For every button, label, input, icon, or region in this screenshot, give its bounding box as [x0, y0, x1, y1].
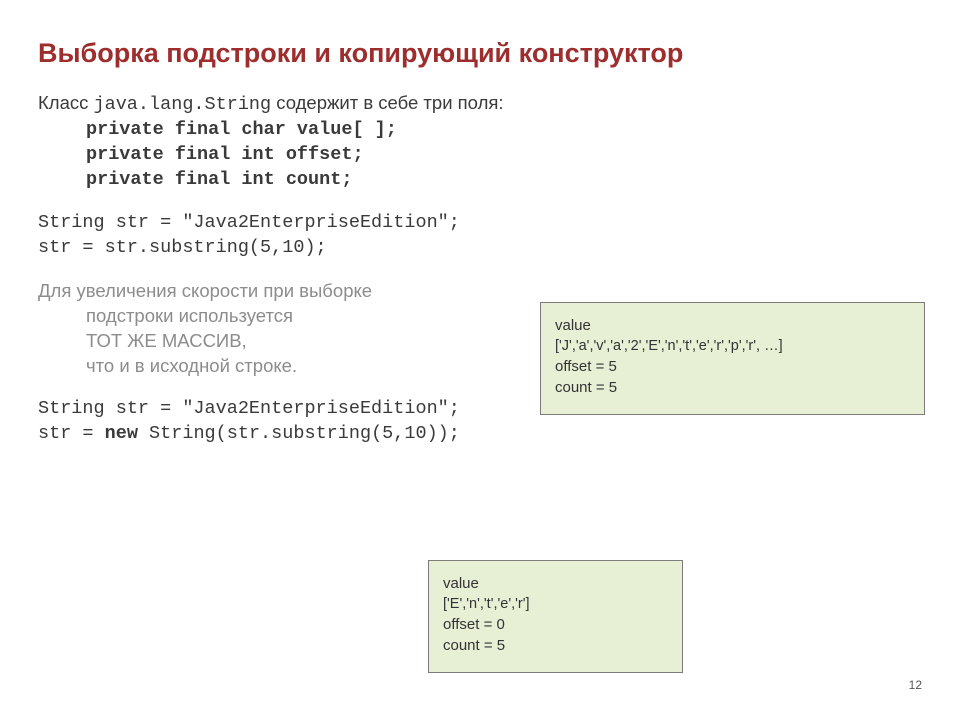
code-2b-left: str =: [38, 423, 105, 444]
code-2b-right: String(str.substring(5,10));: [138, 423, 460, 444]
box1-value-label: value: [555, 317, 910, 334]
box2-value-label: value: [443, 575, 668, 592]
field-1: private final char value[ ];: [38, 118, 922, 143]
value-box-1: value ['J','a','v','a','2','E','n','t','…: [540, 302, 925, 415]
slide-content: Выборка подстроки и копирующий конструкт…: [0, 0, 960, 720]
field-2: private final int offset;: [38, 143, 922, 168]
code-block-1b: str = str.substring(5,10);: [38, 236, 922, 261]
intro-line: Класс java.lang.String содержит в себе т…: [38, 91, 922, 118]
code-block-1a: String str = "Java2EnterpriseEdition";: [38, 211, 922, 236]
slide-title: Выборка подстроки и копирующий конструкт…: [38, 38, 922, 69]
code-block-2b: str = new String(str.substring(5,10));: [38, 422, 922, 447]
box2-array: ['E','n','t','e','r']: [443, 596, 668, 612]
box2-offset: offset = 0: [443, 616, 668, 633]
box1-count: count = 5: [555, 379, 910, 396]
intro-code: java.lang.String: [94, 94, 272, 115]
page-number: 12: [909, 678, 922, 692]
intro-text-left: Класс: [38, 92, 94, 113]
box1-offset: offset = 5: [555, 358, 910, 375]
field-3: private final int count;: [38, 168, 922, 193]
code-2b-new: new: [105, 423, 138, 444]
explain-1: Для увеличения скорости при выборке: [38, 279, 922, 304]
box2-count: count = 5: [443, 637, 668, 654]
value-box-2: value ['E','n','t','e','r'] offset = 0 c…: [428, 560, 683, 673]
box1-array: ['J','a','v','a','2','E','n','t','e','r'…: [555, 338, 910, 354]
intro-text-right: содержит в себе три поля:: [271, 92, 503, 113]
